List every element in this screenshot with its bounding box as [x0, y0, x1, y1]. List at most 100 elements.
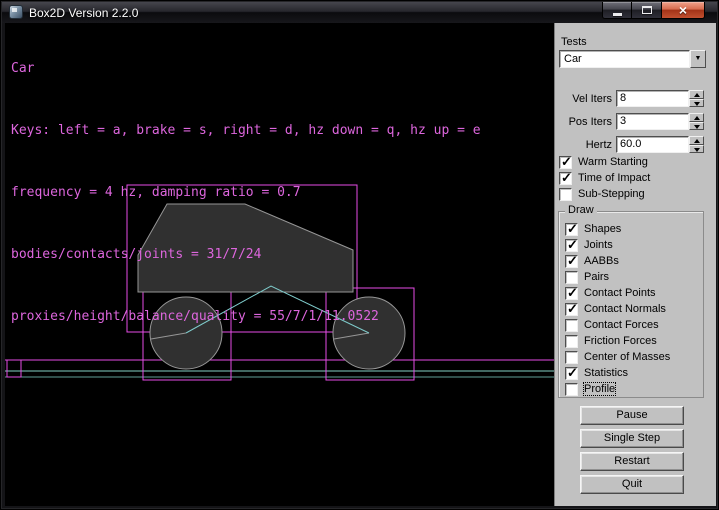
window-title: Box2D Version 2.2.0 [29, 6, 138, 20]
checkbox-row[interactable]: ✓ Warm Starting [559, 154, 650, 170]
dropdown-arrow-icon[interactable]: ▼ [690, 50, 706, 68]
checkbox-label: Center of Masses [584, 351, 670, 363]
window-content: Car Keys: left = a, brake = s, right = d… [5, 23, 716, 506]
spinner-up-icon[interactable] [689, 113, 704, 122]
app-window: Box2D Version 2.2.0 × [0, 0, 719, 510]
checkbox[interactable]: ✓ [565, 271, 578, 284]
checkbox[interactable]: ✓ [559, 172, 572, 185]
check-icon: ✓ [567, 302, 578, 315]
checkbox[interactable]: ✓ [565, 303, 578, 316]
checkbox-label: Friction Forces [584, 335, 657, 347]
checkbox-row[interactable]: ✓ Sub-Stepping [559, 186, 650, 202]
spinner-down-icon[interactable] [689, 145, 704, 154]
spinner-input[interactable]: 60.0 [616, 136, 689, 153]
checkbox-row[interactable]: ✓ AABBs [565, 253, 703, 269]
simulation-canvas[interactable]: Car Keys: left = a, brake = s, right = d… [5, 23, 554, 506]
spinner-row: Hertz 60.0 [557, 136, 704, 153]
simulation-checkboxes: ✓ Warm Starting ✓ Time of Impact ✓ Sub-S… [559, 154, 650, 202]
draw-group-label: Draw [565, 204, 597, 216]
action-button[interactable]: Quit [580, 475, 684, 494]
checkbox-label: Time of Impact [578, 172, 650, 184]
checkbox-row[interactable]: ✓ Profile [565, 381, 703, 397]
spinner-row: Pos Iters 3 [557, 113, 704, 130]
tests-label: Tests [561, 36, 587, 48]
spinner-down-icon[interactable] [689, 122, 704, 131]
minimize-button[interactable] [602, 2, 632, 19]
window-controls: × [602, 2, 705, 19]
checkbox-label: Joints [584, 239, 613, 251]
debug-text-line: proxies/height/balance/quality = 55/7/1/… [11, 309, 481, 325]
action-button[interactable]: Pause [580, 406, 684, 425]
spinner-input[interactable]: 8 [616, 90, 689, 107]
spinner-row: Vel Iters 8 [557, 90, 704, 107]
debug-text-line: Keys: left = a, brake = s, right = d, hz… [11, 123, 481, 139]
spinner-label: Pos Iters [557, 116, 616, 128]
spinner-arrows [689, 136, 704, 153]
checkbox-label: Contact Normals [584, 303, 666, 315]
checkbox-row[interactable]: ✓ Center of Masses [565, 349, 703, 365]
tests-dropdown-value[interactable]: Car [559, 50, 690, 68]
checkbox[interactable]: ✓ [565, 335, 578, 348]
spinner-down-icon[interactable] [689, 99, 704, 108]
checkbox-label: Warm Starting [578, 156, 648, 168]
checkbox-label: Statistics [584, 367, 628, 379]
checkbox[interactable]: ✓ [565, 255, 578, 268]
checkbox-label: Contact Forces [584, 319, 659, 331]
checkbox-row[interactable]: ✓ Contact Points [565, 285, 703, 301]
app-icon [9, 5, 23, 19]
checkbox-label: AABBs [584, 255, 619, 267]
checkbox-row[interactable]: ✓ Contact Forces [565, 317, 703, 333]
checkbox[interactable]: ✓ [565, 223, 578, 236]
debug-text-line: frequency = 4 hz, damping ratio = 0.7 [11, 185, 481, 201]
checkbox[interactable]: ✓ [565, 383, 578, 396]
spinner-up-icon[interactable] [689, 90, 704, 99]
check-icon: ✓ [567, 366, 578, 379]
debug-text-block: Car Keys: left = a, brake = s, right = d… [11, 30, 481, 340]
checkbox-label: Contact Points [584, 287, 656, 299]
control-panel: Tests Car ▼ Vel Iters 8 Pos Iters 3 Hert… [554, 23, 716, 506]
spinner-up-icon[interactable] [689, 136, 704, 145]
checkbox-label: Profile [584, 383, 615, 395]
check-icon: ✓ [567, 254, 578, 267]
checkbox-label: Pairs [584, 271, 609, 283]
tests-dropdown[interactable]: Car ▼ [559, 50, 706, 68]
debug-text-line: Car [11, 61, 481, 77]
checkbox-row[interactable]: ✓ Statistics [565, 365, 703, 381]
checkbox[interactable]: ✓ [559, 156, 572, 169]
debug-text-line: bodies/contacts/joints = 31/7/24 [11, 247, 481, 263]
check-icon: ✓ [561, 155, 572, 168]
spinner-label: Hertz [557, 139, 616, 151]
checkbox[interactable]: ✓ [565, 287, 578, 300]
checkbox[interactable]: ✓ [559, 188, 572, 201]
checkbox[interactable]: ✓ [565, 239, 578, 252]
check-icon: ✓ [567, 222, 578, 235]
draw-checkboxes: ✓ Shapes ✓ Joints ✓ AABBs ✓ Pairs ✓ Cont… [565, 221, 703, 397]
draw-group-box: Draw ✓ Shapes ✓ Joints ✓ AABBs ✓ Pairs ✓… [558, 211, 704, 398]
close-icon: × [679, 4, 687, 17]
checkbox[interactable]: ✓ [565, 351, 578, 364]
action-button[interactable]: Restart [580, 452, 684, 471]
checkbox-row[interactable]: ✓ Contact Normals [565, 301, 703, 317]
checkbox[interactable]: ✓ [565, 319, 578, 332]
spinner-arrows [689, 90, 704, 107]
spinner-input[interactable]: 3 [616, 113, 689, 130]
checkbox-label: Shapes [584, 223, 621, 235]
spinner-label: Vel Iters [557, 93, 616, 105]
ground-start-aabb [7, 360, 21, 377]
checkbox-row[interactable]: ✓ Joints [565, 237, 703, 253]
checkbox-row[interactable]: ✓ Time of Impact [559, 170, 650, 186]
checkbox-row[interactable]: ✓ Shapes [565, 221, 703, 237]
iteration-spinners: Vel Iters 8 Pos Iters 3 Hertz 60.0 [557, 90, 704, 159]
check-icon: ✓ [567, 238, 578, 251]
close-button[interactable]: × [661, 2, 705, 19]
maximize-button[interactable] [632, 2, 661, 19]
checkbox-row[interactable]: ✓ Friction Forces [565, 333, 703, 349]
checkbox[interactable]: ✓ [565, 367, 578, 380]
action-buttons: Pause Single Step Restart Quit [580, 406, 684, 498]
title-bar[interactable]: Box2D Version 2.2.0 × [2, 2, 717, 23]
checkbox-row[interactable]: ✓ Pairs [565, 269, 703, 285]
checkbox-label: Sub-Stepping [578, 188, 645, 200]
action-button[interactable]: Single Step [580, 429, 684, 448]
maximize-icon [642, 6, 652, 14]
check-icon: ✓ [561, 171, 572, 184]
